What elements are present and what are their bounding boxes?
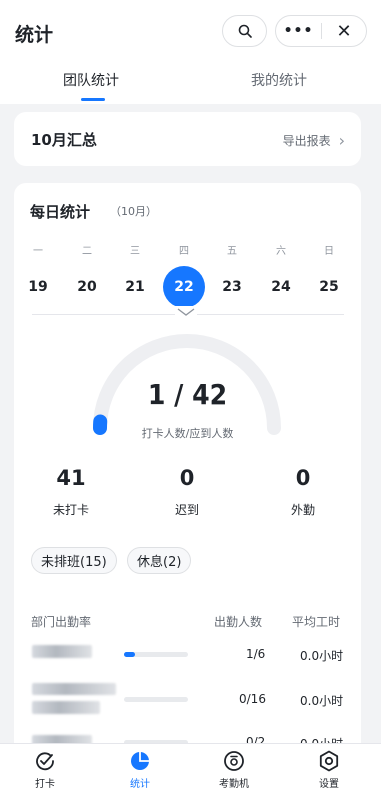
checkin-ratio-label: 打卡人数/应到人数 — [141, 427, 234, 440]
field-work-label: 外勤 — [290, 503, 315, 517]
redacted-dept-name — [32, 701, 100, 714]
avg-hours: 0.0小时 — [300, 649, 344, 663]
dept-rate-bar — [124, 697, 188, 702]
tab-team-stats[interactable]: 团队统计 — [63, 70, 119, 90]
nav-settings[interactable]: 设置 — [299, 750, 359, 790]
weekday-label: 二 — [82, 246, 92, 257]
monthly-summary-card[interactable]: 10月汇总 导出报表 › — [14, 112, 361, 166]
weekday-label: 六 — [276, 246, 286, 257]
attendance-count: 0/16 — [239, 692, 266, 706]
export-label: 导出报表 — [282, 134, 331, 148]
summary-title: 10月汇总 — [31, 131, 97, 149]
search-icon — [238, 24, 252, 38]
expand-calendar-button[interactable] — [175, 306, 197, 318]
redacted-dept-name — [32, 645, 92, 658]
dept-rate-header: 部门出勤率 — [31, 615, 92, 629]
nav-label: 统计 — [130, 779, 150, 790]
weekday-label: 日 — [324, 246, 334, 257]
not-checked-in-count[interactable]: 41 — [31, 466, 111, 490]
page-title: 统计 — [15, 24, 54, 46]
attendance-machine-icon — [224, 751, 244, 771]
daily-stats-month: （10月） — [110, 205, 157, 218]
late-count[interactable]: 0 — [147, 466, 227, 490]
pie-chart-icon — [131, 752, 149, 770]
nav-label: 打卡 — [35, 779, 55, 790]
nav-label: 考勤机 — [219, 779, 249, 790]
not-checked-in-label: 未打卡 — [52, 503, 89, 517]
chevron-down-icon — [177, 308, 195, 316]
date-cell[interactable]: 24 — [260, 266, 302, 308]
bottom-nav: 打卡 统计 考勤机 设置 — [0, 743, 381, 797]
dept-rate-bar-fill — [124, 652, 135, 657]
tab-my-stats[interactable]: 我的统计 — [251, 70, 307, 90]
nav-attendance-machine[interactable]: 考勤机 — [204, 750, 264, 790]
check-circle-icon — [36, 752, 54, 771]
redacted-dept-name — [32, 683, 116, 695]
unscheduled-chip[interactable]: 未排班(15) — [31, 547, 117, 574]
avg-hours-header: 平均工时 — [292, 615, 341, 629]
date-cell[interactable]: 23 — [211, 266, 253, 308]
rest-chip[interactable]: 休息(2) — [127, 547, 192, 574]
gear-icon — [319, 750, 339, 772]
date-cell-selected[interactable]: 22 — [163, 266, 205, 308]
daily-stats-title: 每日统计 — [30, 203, 91, 221]
search-button[interactable] — [222, 15, 267, 47]
nav-checkin[interactable]: 打卡 — [15, 750, 75, 790]
weekday-label: 四 — [179, 246, 189, 257]
late-label: 迟到 — [174, 503, 199, 517]
weekday-label: 三 — [130, 246, 140, 257]
nav-label: 设置 — [319, 779, 339, 790]
more-button[interactable]: ••• — [276, 16, 321, 46]
attendance-count: 1/6 — [246, 647, 266, 661]
daily-stats-card: 每日统计 （10月） 一 二 三 四 五 六 日 19 20 21 22 23 … — [14, 183, 361, 783]
avg-hours: 0.0小时 — [300, 694, 344, 708]
weekday-label: 五 — [227, 246, 237, 257]
weekday-label: 一 — [33, 246, 43, 257]
chevron-right-icon: › — [338, 131, 345, 150]
mini-program-capsule: ••• ✕ — [275, 15, 367, 47]
export-report-link[interactable]: 导出报表 › — [283, 131, 345, 150]
close-button[interactable]: ✕ — [322, 16, 366, 46]
checkin-ratio: 1 / 42 — [147, 378, 228, 411]
attendance-count-header: 出勤人数 — [214, 615, 263, 629]
date-cell[interactable]: 21 — [114, 266, 156, 308]
active-tab-indicator — [81, 98, 105, 101]
field-work-count[interactable]: 0 — [263, 466, 343, 490]
nav-stats[interactable]: 统计 — [110, 750, 170, 790]
close-icon: ✕ — [336, 20, 352, 42]
date-cell[interactable]: 20 — [66, 266, 108, 308]
more-icon: ••• — [283, 23, 314, 39]
top-bar: 统计 ••• ✕ 团队统计 我的统计 — [0, 0, 381, 104]
date-cell[interactable]: 25 — [308, 266, 350, 308]
date-cell[interactable]: 19 — [17, 266, 59, 308]
dept-rate-bar — [124, 652, 188, 657]
